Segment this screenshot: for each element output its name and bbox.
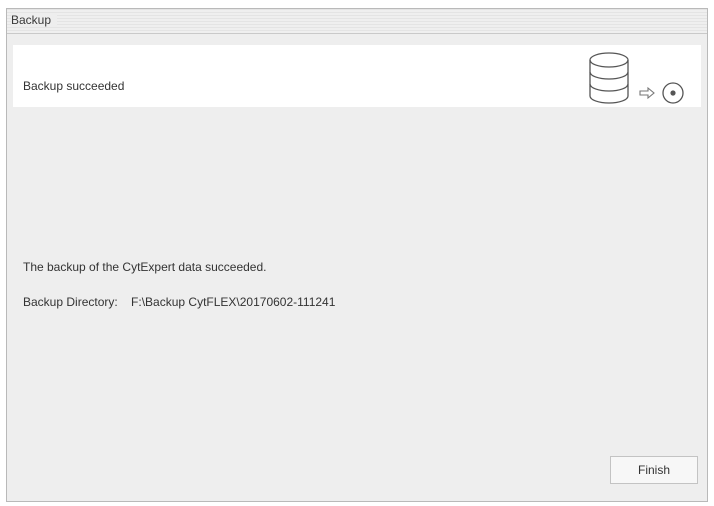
backup-directory-row: Backup Directory: F:\Backup CytFLEX\2017… [23, 295, 335, 309]
finish-button[interactable]: Finish [610, 456, 698, 484]
database-icon [589, 52, 629, 104]
window-title: Backup [11, 13, 58, 27]
disc-target-icon [662, 82, 684, 104]
wizard-header: Backup succeeded [13, 45, 701, 107]
backup-window: Backup Backup succeeded The backup of th… [6, 8, 708, 502]
header-status-text: Backup succeeded [23, 79, 125, 93]
arrow-right-icon [639, 86, 655, 100]
result-message: The backup of the CytExpert data succeed… [23, 260, 267, 274]
title-bar: Backup [7, 9, 707, 34]
backup-graphic [589, 52, 684, 104]
backup-directory-label: Backup Directory: [23, 295, 118, 309]
backup-directory-value: F:\Backup CytFLEX\20170602-111241 [131, 295, 336, 309]
